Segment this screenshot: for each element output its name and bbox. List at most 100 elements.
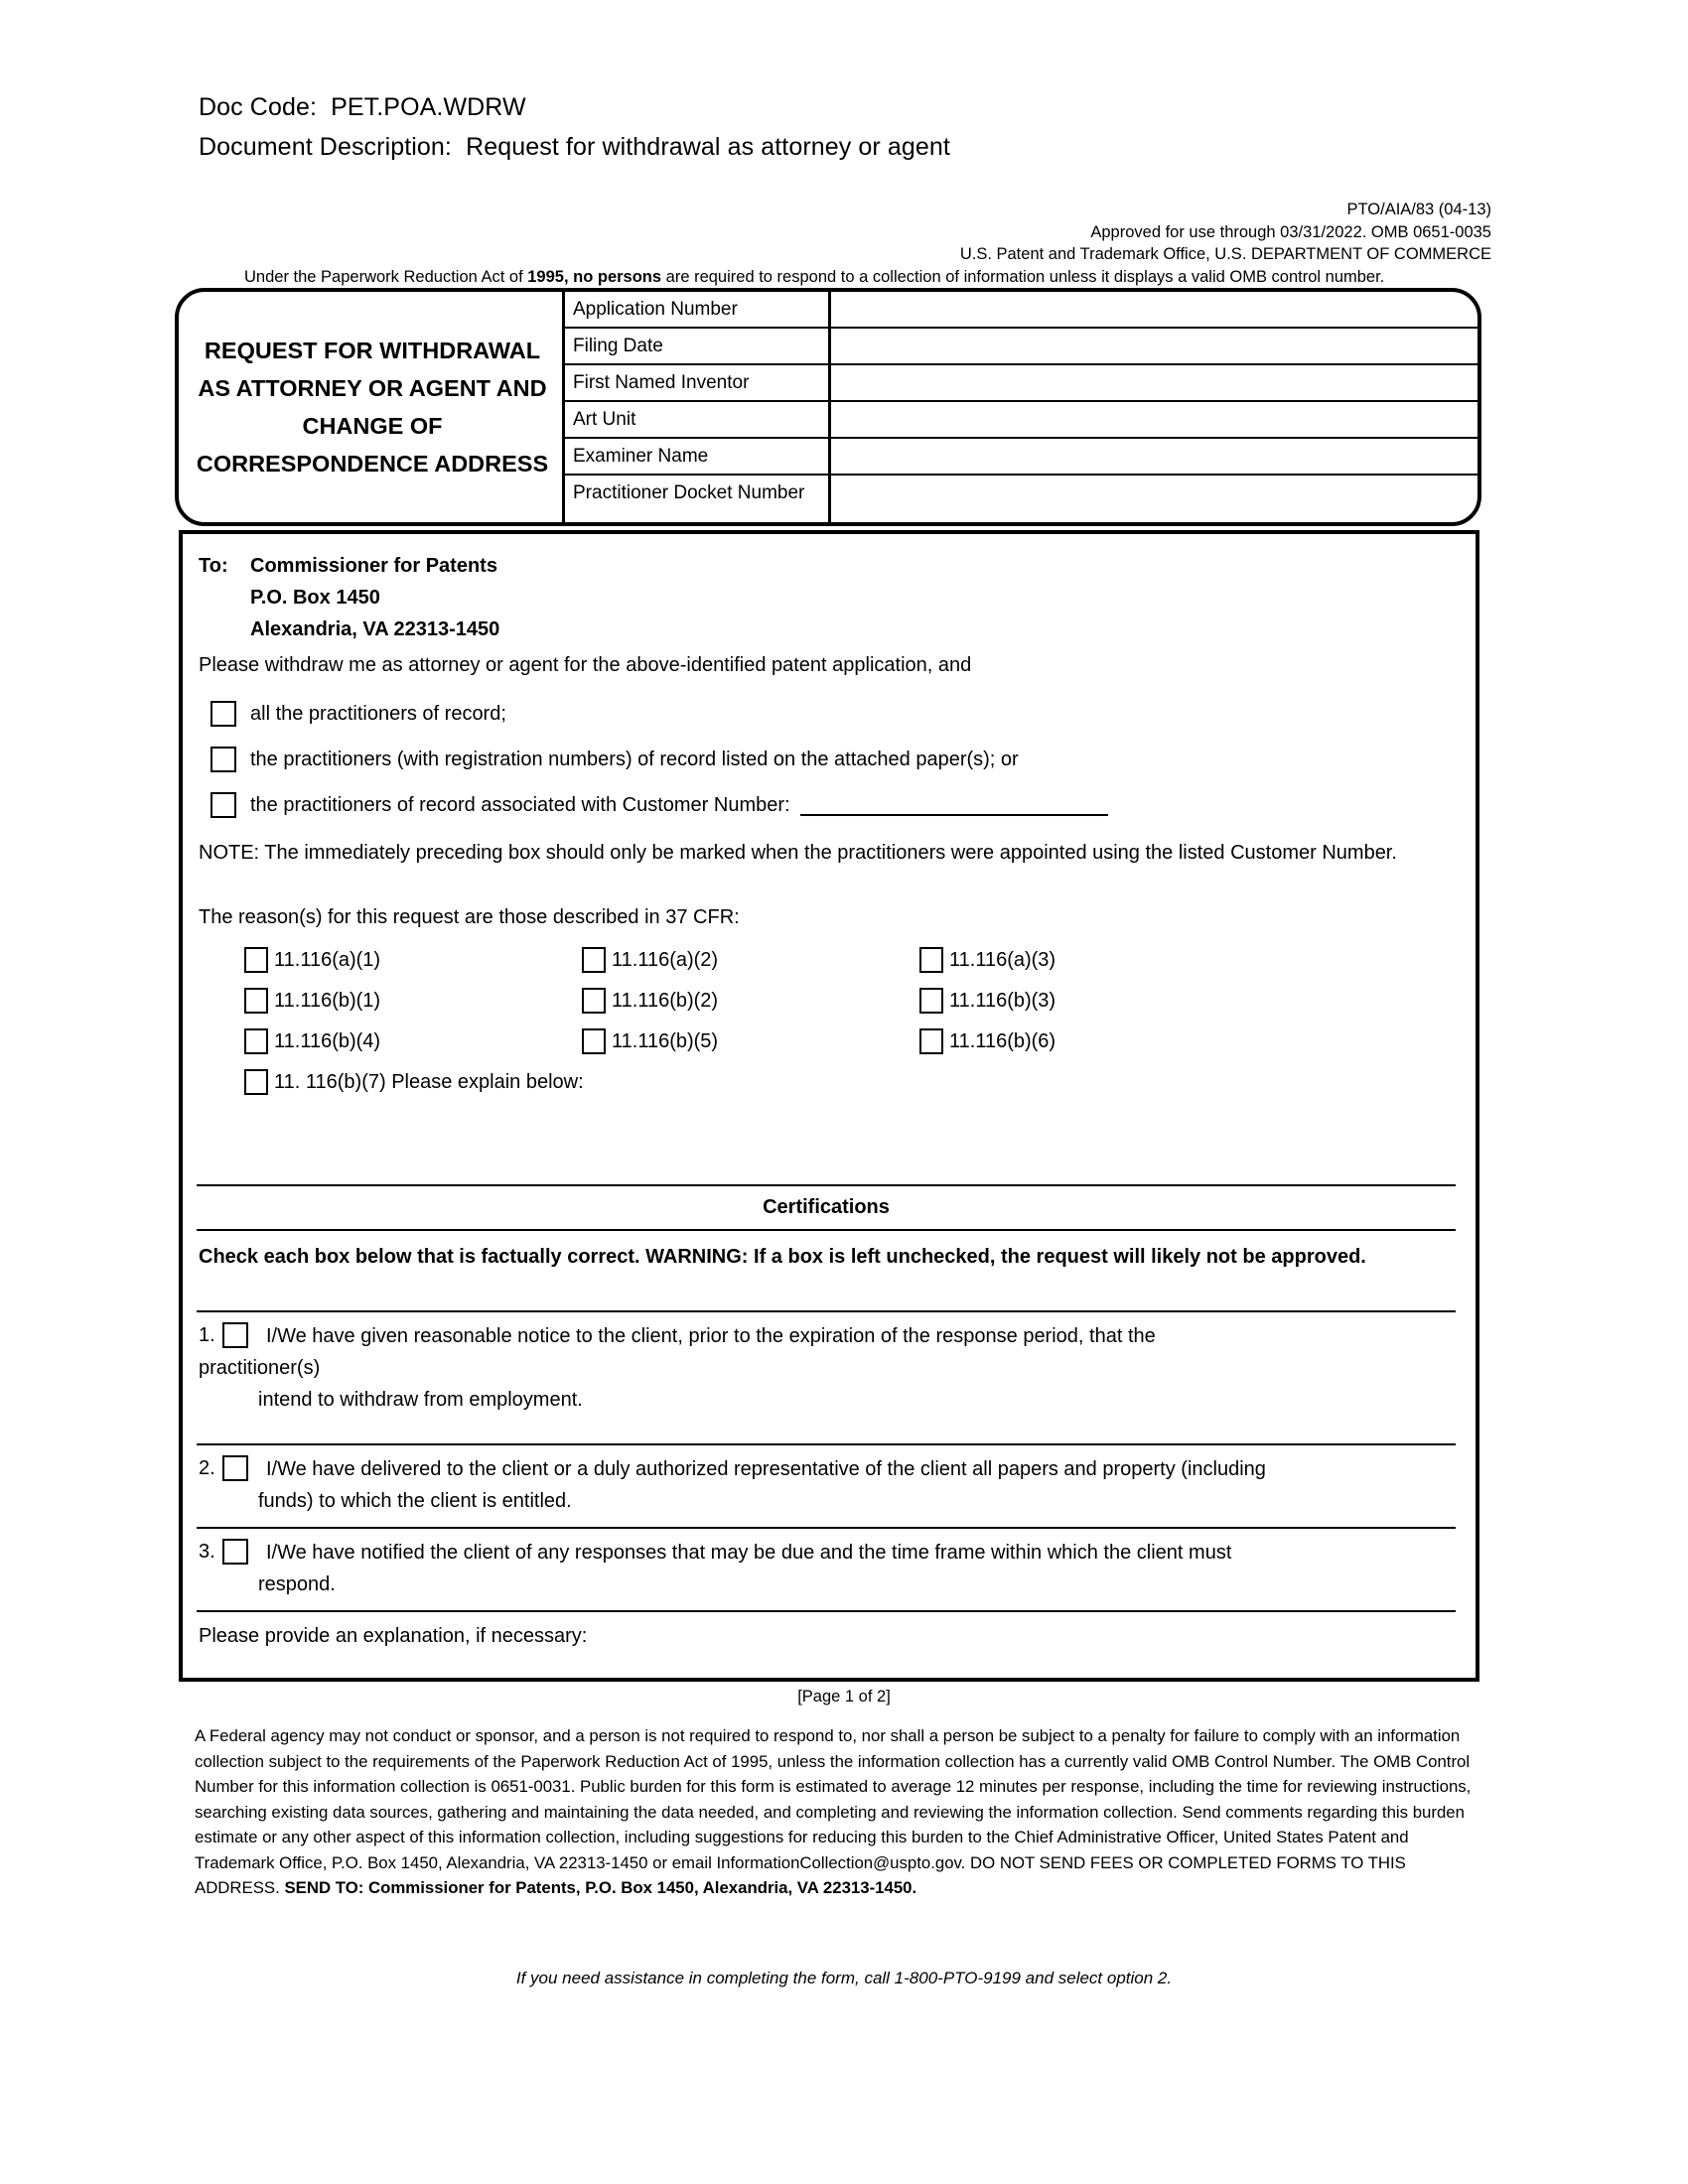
table-row: Filing Date xyxy=(565,329,1477,365)
checkbox-11-116-b-1[interactable] xyxy=(244,987,268,1014)
reasons-intro-text: The reason(s) for this request are those… xyxy=(199,906,740,928)
cert-number-1: 1. xyxy=(199,1324,215,1346)
cfr-option-11-116-a-1[interactable]: 11.116(a)(1) xyxy=(244,946,582,973)
burden-statement-send-to: SEND TO: Commissioner for Patents, P.O. … xyxy=(284,1878,917,1897)
application-info-table: Application Number Filing Date First Nam… xyxy=(562,292,1477,522)
certifications-warning-text: Check each box below that is factually c… xyxy=(199,1246,1366,1268)
list-item[interactable]: the practitioners (with registration num… xyxy=(199,737,1460,782)
divider-below-certifications-heading xyxy=(197,1229,1456,1231)
field-label-practitioner-docket-number: Practitioner Docket Number xyxy=(565,476,831,522)
cfr-label-11-116-b-1: 11.116(b)(1) xyxy=(274,989,381,1012)
to-spacer xyxy=(199,614,250,645)
explanation-text-area[interactable] xyxy=(199,1656,1452,1676)
checkbox-11-116-b-6[interactable] xyxy=(919,1027,943,1054)
cfr-option-11-116-b-3[interactable]: 11.116(b)(3) xyxy=(919,987,1056,1014)
checkbox-11-116-b-3[interactable] xyxy=(919,987,943,1014)
cfr-option-11-116-b-5[interactable]: 11.116(b)(5) xyxy=(582,1027,919,1054)
omb-approved-line: Approved for use through 03/31/2022. OMB… xyxy=(1090,222,1491,241)
form-page: Doc Code: PET.POA.WDRW Document Descript… xyxy=(0,0,1688,2184)
checkbox-11-116-a-1[interactable] xyxy=(244,946,268,973)
omb-agency-line: U.S. Patent and Trademark Office, U.S. D… xyxy=(959,245,1491,263)
cert-wrap-1: practitioner(s) xyxy=(199,1357,321,1379)
cert-number-3: 3. xyxy=(199,1541,215,1563)
cfr-label-11-116-b-7: 11. 116(b)(7) Please explain below: xyxy=(274,1070,584,1093)
customer-number-input[interactable] xyxy=(799,794,1108,816)
certification-item-1[interactable]: 1. I/We have given reasonable notice to … xyxy=(199,1320,1452,1416)
cert-text-1: I/We have given reasonable notice to the… xyxy=(266,1325,1156,1347)
table-row: First Named Inventor xyxy=(565,365,1477,402)
field-value-application-number[interactable] xyxy=(831,292,1477,327)
field-value-examiner-name[interactable] xyxy=(831,439,1477,474)
pra-bold-text: 1995, no persons xyxy=(527,268,662,286)
document-header: Doc Code: PET.POA.WDRW Document Descript… xyxy=(199,87,950,167)
cfr-explanation-area[interactable] xyxy=(197,1095,1456,1184)
doc-description-line: Document Description: Request for withdr… xyxy=(199,133,950,161)
checkbox-certification-1[interactable] xyxy=(222,1322,248,1348)
table-row: Examiner Name xyxy=(565,439,1477,476)
cfr-row: 11.116(b)(1) 11.116(b)(2) 11.116(b)(3) xyxy=(244,980,1436,1021)
burden-statement: A Federal agency may not conduct or spon… xyxy=(195,1723,1485,1901)
form-header-box: REQUEST FOR WITHDRAWAL AS ATTORNEY OR AG… xyxy=(175,288,1481,526)
checkbox-certification-3[interactable] xyxy=(222,1539,248,1565)
explanation-label: Please provide an explanation, if necess… xyxy=(199,1625,588,1647)
checkbox-customer-number-practitioners[interactable] xyxy=(211,792,236,818)
pra-prefix: Under the Paperwork Reduction Act of xyxy=(244,268,528,286)
certification-item-2[interactable]: 2. I/We have delivered to the client or … xyxy=(199,1453,1452,1517)
divider-above-explanation xyxy=(197,1610,1456,1612)
field-value-practitioner-docket-number[interactable] xyxy=(831,476,1477,522)
field-label-art-unit: Art Unit xyxy=(565,402,831,437)
cfr-option-11-116-b-4[interactable]: 11.116(b)(4) xyxy=(244,1027,582,1054)
cfr-option-11-116-a-3[interactable]: 11.116(a)(3) xyxy=(919,946,1056,973)
divider-above-cert-item-3 xyxy=(197,1527,1456,1529)
checkbox-11-116-b-7[interactable] xyxy=(244,1068,268,1095)
burden-statement-text: A Federal agency may not conduct or spon… xyxy=(195,1726,1472,1897)
checkbox-11-116-b-2[interactable] xyxy=(582,987,606,1014)
field-label-filing-date: Filing Date xyxy=(565,329,831,363)
cfr-option-11-116-b-1[interactable]: 11.116(b)(1) xyxy=(244,987,582,1014)
divider-above-cert-item-1 xyxy=(197,1310,1456,1312)
option-label-all-practitioners: all the practitioners of record; xyxy=(250,703,506,725)
field-value-art-unit[interactable] xyxy=(831,402,1477,437)
option-label-customer-number: the practitioners of record associated w… xyxy=(250,794,790,816)
form-title-line-4: CORRESPONDENCE ADDRESS xyxy=(196,451,549,477)
checkbox-11-116-b-5[interactable] xyxy=(582,1027,606,1054)
cfr-option-11-116-b-2[interactable]: 11.116(b)(2) xyxy=(582,987,919,1014)
cfr-label-11-116-a-2: 11.116(a)(2) xyxy=(612,948,719,971)
omb-approval-block: PTO/AIA/83 (04-13) Approved for use thro… xyxy=(960,199,1491,266)
cfr-option-11-116-a-2[interactable]: 11.116(a)(2) xyxy=(582,946,919,973)
checkbox-11-116-a-2[interactable] xyxy=(582,946,606,973)
field-label-first-named-inventor: First Named Inventor xyxy=(565,365,831,400)
field-label-examiner-name: Examiner Name xyxy=(565,439,831,474)
addressee-line-2: P.O. Box 1450 xyxy=(250,587,380,609)
certification-item-3[interactable]: 3. I/We have notified the client of any … xyxy=(199,1537,1452,1600)
cfr-option-11-116-b-7[interactable]: 11. 116(b)(7) Please explain below: xyxy=(244,1068,584,1095)
customer-number-note: NOTE: The immediately preceding box shou… xyxy=(199,842,1397,864)
form-title-line-2: AS ATTORNEY OR AGENT AND xyxy=(198,375,547,401)
checkbox-all-practitioners[interactable] xyxy=(211,701,236,727)
page-marker: [Page 1 of 2] xyxy=(797,1688,891,1706)
cert-subtext-2: funds) to which the client is entitled. xyxy=(258,1490,572,1512)
addressee-block: To: Commissioner for Patents P.O. Box 14… xyxy=(199,550,499,645)
checkbox-certification-2[interactable] xyxy=(222,1455,248,1481)
cfr-label-11-116-a-1: 11.116(a)(1) xyxy=(274,948,381,971)
field-value-filing-date[interactable] xyxy=(831,329,1477,363)
list-item[interactable]: all the practitioners of record; xyxy=(199,691,1460,737)
checkbox-listed-practitioners[interactable] xyxy=(211,747,236,772)
cfr-label-11-116-b-3: 11.116(b)(3) xyxy=(949,989,1056,1012)
form-title-line-3: CHANGE OF xyxy=(302,413,443,439)
divider-above-cert-item-2 xyxy=(197,1443,1456,1445)
checkbox-11-116-b-4[interactable] xyxy=(244,1027,268,1054)
paperwork-reduction-act-line: Under the Paperwork Reduction Act of 199… xyxy=(244,267,1384,287)
cfr-option-11-116-b-6[interactable]: 11.116(b)(6) xyxy=(919,1027,1055,1054)
to-spacer xyxy=(199,582,250,614)
checkbox-11-116-a-3[interactable] xyxy=(919,946,943,973)
cert-text-3: I/We have notified the client of any res… xyxy=(266,1542,1232,1564)
table-row: Art Unit xyxy=(565,402,1477,439)
cfr-label-11-116-a-3: 11.116(a)(3) xyxy=(949,948,1056,971)
form-title-cell: REQUEST FOR WITHDRAWAL AS ATTORNEY OR AG… xyxy=(179,292,562,522)
addressee-line-3: Alexandria, VA 22313-1450 xyxy=(250,618,500,640)
addressee-line-1: Commissioner for Patents xyxy=(250,555,497,577)
cfr-row: 11.116(b)(4) 11.116(b)(5) 11.116(b)(6) xyxy=(244,1021,1436,1061)
list-item[interactable]: the practitioners of record associated w… xyxy=(199,782,1460,828)
field-value-first-named-inventor[interactable] xyxy=(831,365,1477,400)
